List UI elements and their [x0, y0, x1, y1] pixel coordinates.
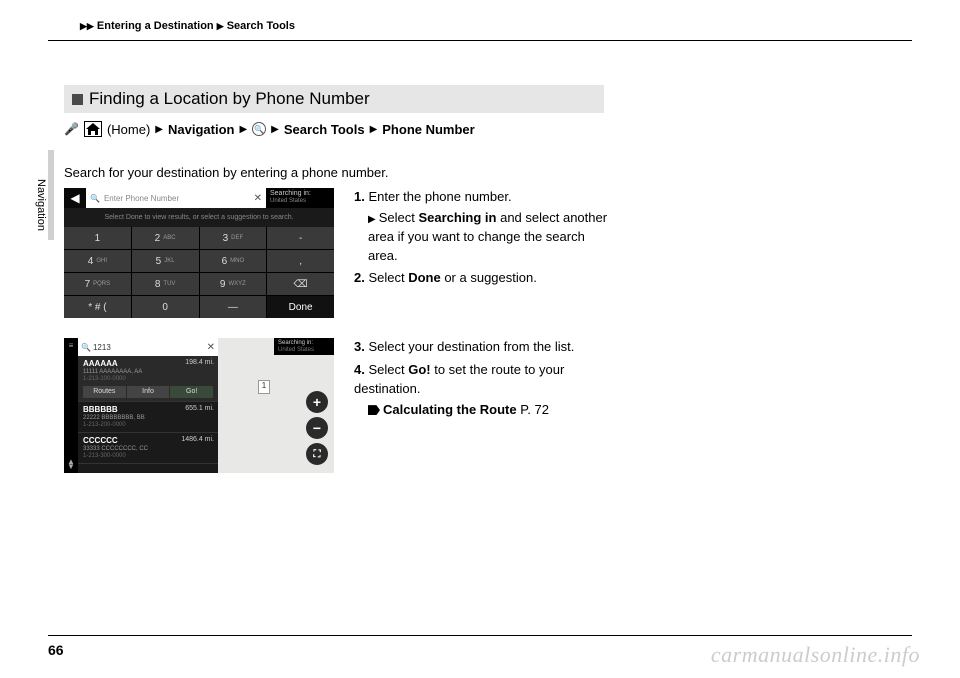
up-down-icon[interactable]: ▲▼	[67, 459, 75, 470]
crumb-tools: Search Tools	[284, 122, 365, 137]
keypad-hint: Select Done to view results, or select a…	[64, 208, 334, 227]
triangle-icon: ▶	[370, 124, 378, 135]
triangle-icon: ▶	[80, 21, 87, 32]
back-button[interactable]: ◀	[64, 188, 86, 208]
triangle-icon: ▶	[239, 124, 247, 135]
scroll-arrows[interactable]: ≡ ▲▼	[64, 338, 78, 473]
search-icon: 🔍	[81, 343, 91, 352]
result-query: 1213	[93, 343, 111, 352]
triangle-icon: ▶	[368, 214, 376, 225]
searching-in-label: Searching in:	[270, 190, 330, 198]
keypad-key[interactable]: 0	[132, 296, 199, 318]
keypad-key[interactable]: 6MNO	[200, 250, 267, 272]
keypad-key[interactable]: ,	[267, 250, 334, 272]
keypad-grid: 12ABC3DEF- 4GHI5JKL6MNO, 7PQRS8TUV9WXYZ⌫ * …	[64, 227, 334, 318]
keypad-key[interactable]: Done	[267, 296, 334, 318]
phone-placeholder: Enter Phone Number	[104, 194, 179, 203]
steps-block-1: 1. Enter the phone number. ▶Select Searc…	[354, 188, 614, 292]
watermark: carmanualsonline.info	[711, 642, 920, 668]
keypad-key[interactable]: 2ABC	[132, 227, 199, 249]
step-2: 2. Select Done or a suggestion.	[354, 269, 614, 288]
searching-in-value: United States	[270, 198, 330, 205]
header-crumb-1: Entering a Destination	[97, 20, 214, 32]
clear-icon[interactable]: ✕	[207, 342, 215, 353]
mic-icon: 🎤	[64, 122, 79, 136]
keypad-key[interactable]: —	[200, 296, 267, 318]
zoom-in-button[interactable]: +	[306, 391, 328, 413]
header-crumb-2: Search Tools	[227, 20, 295, 32]
keypad-key[interactable]: * # (	[64, 296, 131, 318]
square-bullet-icon	[72, 94, 83, 105]
home-icon	[84, 121, 102, 137]
home-label: (Home)	[107, 122, 150, 137]
result-query-field[interactable]: 🔍 1213 ✕	[78, 338, 218, 356]
searching-in-button[interactable]: Searching in: United States	[266, 188, 334, 208]
keypad-key[interactable]: 9WXYZ	[200, 273, 267, 295]
intro-text: Search for your destination by entering …	[64, 165, 900, 180]
crumb-phone: Phone Number	[382, 122, 474, 137]
crumb-nav: Navigation	[168, 122, 234, 137]
keypad-key[interactable]: 7PQRS	[64, 273, 131, 295]
result-item[interactable]: BBBBBB22222 BBBBBBBB, BB1-213-200-000065…	[78, 402, 218, 433]
step-1-text: Enter the phone number.	[368, 189, 511, 204]
triangle-icon: ▶	[87, 21, 94, 32]
main-content: Finding a Location by Phone Number 🎤 (Ho…	[64, 85, 900, 473]
step-3: 3. Select your destination from the list…	[354, 338, 614, 357]
searching-in-button[interactable]: Searching in: United States	[274, 338, 334, 355]
expand-button[interactable]: ⛶	[306, 443, 328, 465]
page-header: ▶▶ Entering a Destination ▶ Search Tools	[80, 20, 900, 32]
result-list: AAAAAA11111 AAAAAAAA, AA1-213-100-000019…	[78, 356, 218, 473]
header-divider	[48, 40, 912, 41]
keypad-screenshot: ◀ 🔍 Enter Phone Number ✕ Searching in: U…	[64, 188, 334, 318]
nav-breadcrumb: 🎤 (Home) ▶ Navigation ▶ 🔍 ▶ Search Tools…	[64, 121, 900, 137]
go-button[interactable]: Go!	[170, 386, 213, 398]
result-item[interactable]: CCCCCC33333 CCCCCCCC, CC1-213-300-000014…	[78, 433, 218, 464]
keypad-key[interactable]: 4GHI	[64, 250, 131, 272]
section-title: Finding a Location by Phone Number	[64, 85, 604, 113]
phone-input[interactable]: 🔍 Enter Phone Number ✕	[86, 188, 266, 208]
results-screenshot: ≡ ▲▼ 🔍 1213 ✕ AAAAAA11111 AAAAAAAA, AA1-…	[64, 338, 334, 473]
keypad-key[interactable]: 8TUV	[132, 273, 199, 295]
clear-icon[interactable]: ✕	[254, 193, 262, 204]
section-title-text: Finding a Location by Phone Number	[89, 89, 370, 109]
keypad-key[interactable]: 3DEF	[200, 227, 267, 249]
triangle-icon: ▶	[271, 124, 279, 135]
routes-button[interactable]: Routes	[83, 386, 126, 398]
zoom-out-button[interactable]: −	[306, 417, 328, 439]
step-4: 4. Select Go! to set the route to your d…	[354, 361, 614, 420]
menu-icon[interactable]: ≡	[69, 341, 74, 350]
triangle-icon: ▶	[155, 124, 163, 135]
reference-arrow-icon	[368, 405, 380, 415]
keypad-key[interactable]: 1	[64, 227, 131, 249]
steps-block-2: 3. Select your destination from the list…	[354, 338, 614, 423]
footer-divider	[48, 635, 912, 636]
keypad-key[interactable]: 5JKL	[132, 250, 199, 272]
result-item[interactable]: AAAAAA11111 AAAAAAAA, AA1-213-100-000019…	[78, 356, 218, 402]
map-pin[interactable]: 1	[258, 380, 270, 394]
map-area[interactable]: Searching in: United States 1 + − ⛶	[218, 338, 334, 473]
search-icon: 🔍	[252, 122, 266, 136]
search-icon: 🔍	[90, 194, 100, 203]
page-number: 66	[48, 642, 64, 658]
keypad-key[interactable]: ⌫	[267, 273, 334, 295]
keypad-key[interactable]: -	[267, 227, 334, 249]
info-button[interactable]: Info	[127, 386, 170, 398]
side-tab-label: Navigation	[33, 165, 49, 245]
step-1: 1. Enter the phone number. ▶Select Searc…	[354, 188, 614, 265]
triangle-icon: ▶	[217, 21, 224, 32]
